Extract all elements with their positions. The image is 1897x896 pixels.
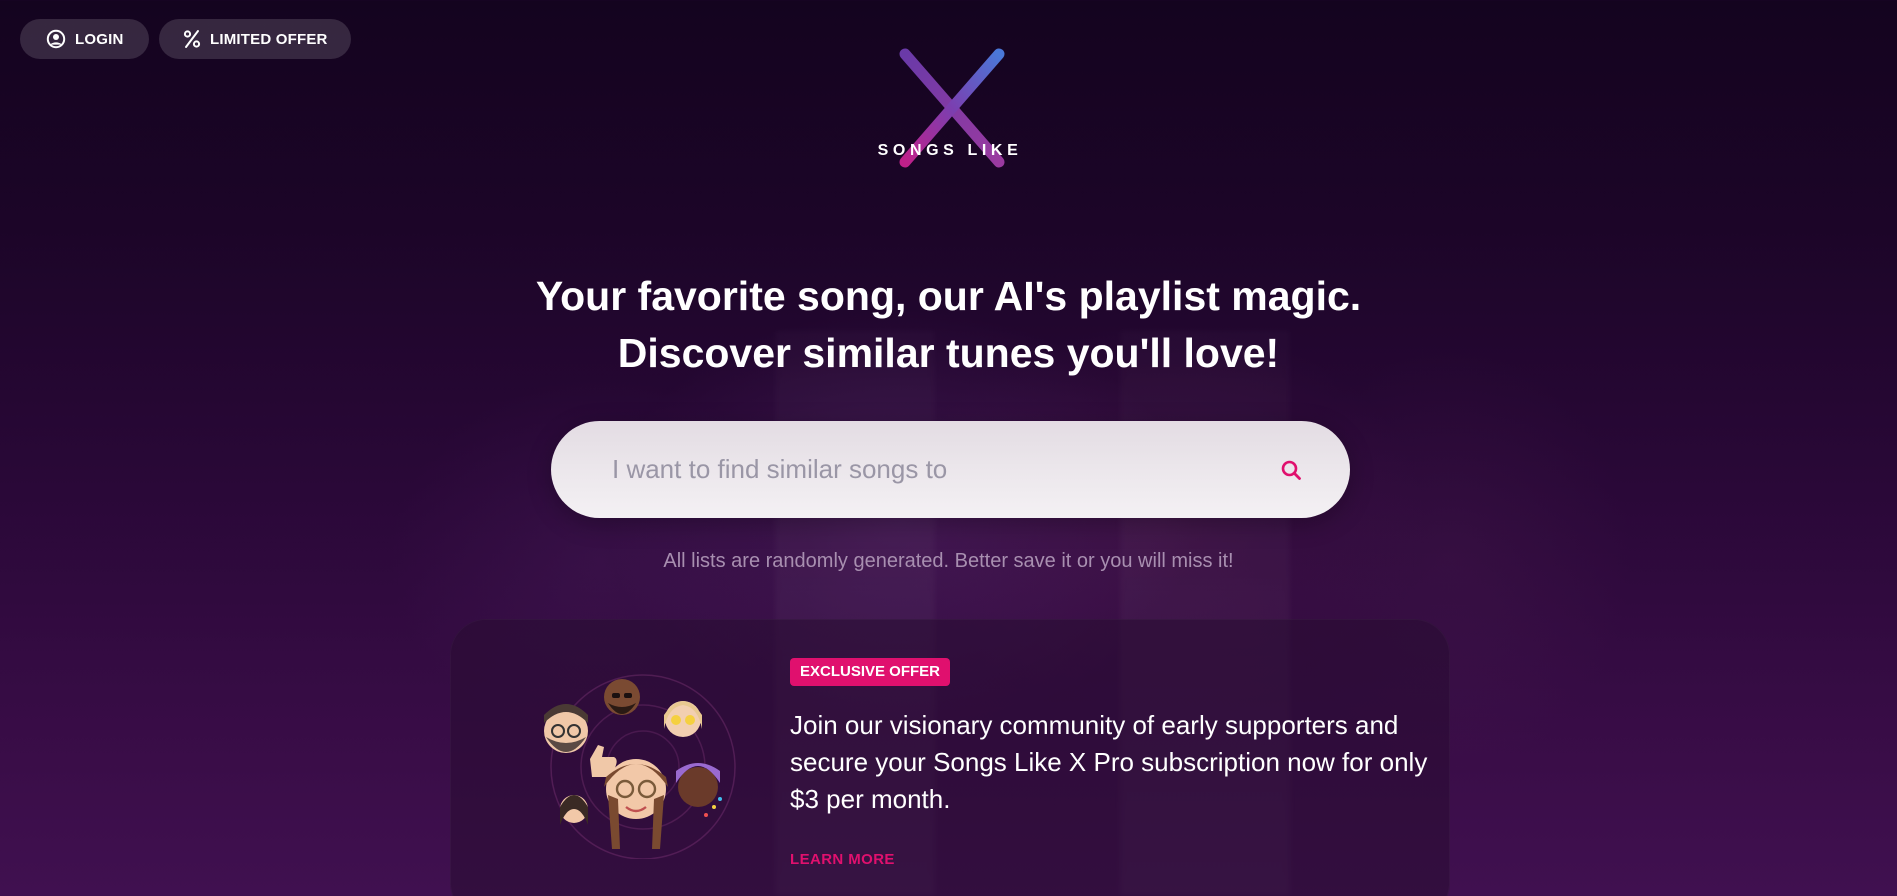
user-circle-icon <box>46 29 66 49</box>
offer-description: Join our visionary community of early su… <box>790 710 1428 814</box>
learn-more-link[interactable]: LEARN MORE <box>790 851 895 868</box>
random-list-note: All lists are randomly generated. Better… <box>663 550 1234 572</box>
exclusive-offer-card: EXCLUSIVE OFFER Join our visionary commu… <box>450 619 1450 896</box>
search-bar <box>551 421 1350 518</box>
login-button[interactable]: LOGIN <box>20 19 149 59</box>
exclusive-offer-badge: EXCLUSIVE OFFER <box>790 658 951 686</box>
hero-line-1: Your favorite song, our AI's playlist ma… <box>535 273 1362 319</box>
logo-text: SONGS LIKE <box>877 142 1023 159</box>
community-avatars-image <box>528 659 738 860</box>
search-button[interactable] <box>1276 455 1306 485</box>
limited-offer-label: LIMITED OFFER <box>210 30 328 48</box>
hero-headline: Your favorite song, our AI's playlist ma… <box>0 268 1897 382</box>
limited-offer-button[interactable]: LIMITED OFFER <box>159 19 351 59</box>
login-label: LOGIN <box>75 30 124 48</box>
search-icon <box>1281 460 1301 480</box>
hero-line-2: Discover similar tunes you'll love! <box>617 330 1280 376</box>
search-input[interactable] <box>612 444 1252 495</box>
percent-icon <box>183 29 201 49</box>
songs-like-x-logo[interactable]: SONGS LIKE <box>862 44 1038 172</box>
